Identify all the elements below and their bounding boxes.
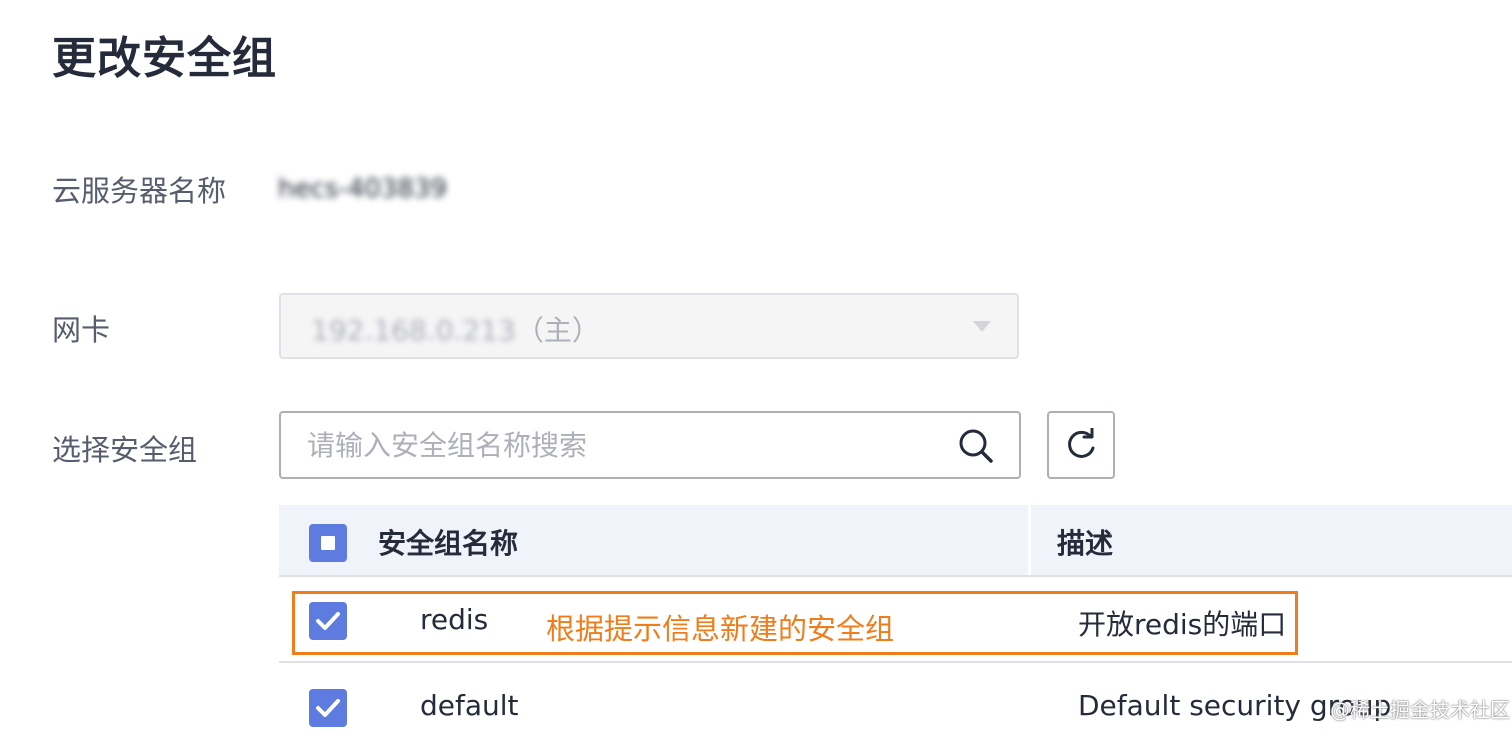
security-group-search-box [279,411,1021,479]
nic-select-value: 192.168.0.213（主） [311,309,600,349]
select-caret-icon [973,321,991,332]
change-security-group-page: 更改安全组 云服务器名称 hecs-403839 网卡 192.168.0.21… [0,0,1512,738]
search-icon[interactable] [957,427,995,465]
nic-ip: 192.168.0.213 [311,314,516,347]
select-all-checkbox[interactable] [309,524,347,562]
refresh-icon [1068,428,1095,458]
server-name-value: hecs-403839 [278,174,447,204]
partial-check-icon [321,536,335,550]
nic-label: 网卡 [52,313,111,347]
row-name-default: default [420,689,519,722]
nic-primary-suffix: （主） [515,314,600,347]
column-header-name[interactable]: 安全组名称 [378,522,518,562]
nic-select[interactable]: 192.168.0.213（主） [279,293,1019,359]
page-title: 更改安全组 [52,33,277,84]
table-header: 安全组名称 描述 [279,505,1512,575]
row-divider [279,575,1512,577]
column-divider [1028,505,1031,575]
security-group-label: 选择安全组 [52,433,198,467]
refresh-button[interactable] [1047,411,1115,479]
row-checkbox-default[interactable] [309,689,347,727]
column-header-description[interactable]: 描述 [1057,522,1113,562]
row-divider [279,661,1512,663]
annotation-text: 根据提示信息新建的安全组 [546,612,895,646]
watermark: @稀土掘金技术社区 [1330,698,1510,722]
checkbox-check-icon [316,699,340,717]
security-group-search-input[interactable] [281,413,967,477]
server-name-label: 云服务器名称 [52,174,227,208]
